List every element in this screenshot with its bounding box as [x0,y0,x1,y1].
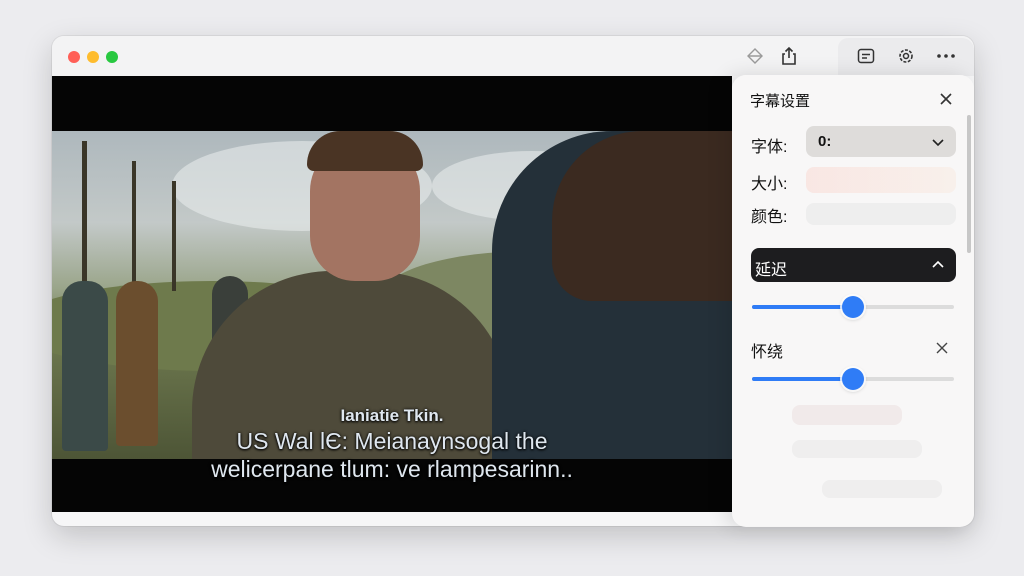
subtitles-icon[interactable] [853,43,879,69]
offset-slider-fill [752,377,853,381]
delay-slider-fill [752,305,853,309]
size-label: 大小: [751,176,788,193]
delay-slider-knob[interactable] [842,296,864,318]
delay-section-header[interactable]: 延迟 [751,248,956,282]
chevron-down-icon [930,134,946,150]
color-label: 颜色: [751,209,788,226]
panel-scrollbar[interactable] [967,115,971,253]
size-control[interactable] [806,167,956,193]
offset-label: 怀绕 [751,344,784,361]
font-select-value: 0: [818,133,832,150]
title-bar [52,36,974,76]
subtitle-caption-small: Ianiatie Tkin. [340,406,444,425]
minimize-window-button[interactable] [87,51,99,63]
delay-slider[interactable] [752,296,954,318]
subtitle-settings-panel: 字幕设置 字体: 0: 大小: 颜色: 延迟 怀绕 [732,75,974,527]
blurred-option-3 [822,480,942,498]
color-control[interactable] [806,203,956,225]
more-icon[interactable] [933,43,959,69]
pip-icon[interactable] [742,43,768,69]
clear-icon[interactable] [932,338,952,358]
blurred-option-1 [792,405,902,425]
subtitle-line-2: welicerpane tlum: ve rlampesarinn.. [211,456,573,482]
chevron-up-icon [930,257,946,273]
close-icon[interactable] [934,87,958,111]
blurred-option-2 [792,440,922,458]
zoom-window-button[interactable] [106,51,118,63]
panel-title: 字幕设置 [750,93,811,110]
gear-icon[interactable] [893,43,919,69]
font-label: 字体: [751,139,788,156]
delay-label: 延迟 [755,262,788,279]
font-select[interactable]: 0: [806,126,956,157]
offset-slider-knob[interactable] [842,368,864,390]
share-icon[interactable] [776,43,802,69]
offset-slider[interactable] [752,368,954,390]
close-window-button[interactable] [68,51,80,63]
video-area[interactable]: Ianiatie Tkin. US Wal lЄ: Meianaynsogal … [52,76,732,512]
subtitle-line-1: US Wal lЄ: Meianaynsogal the [236,428,548,454]
